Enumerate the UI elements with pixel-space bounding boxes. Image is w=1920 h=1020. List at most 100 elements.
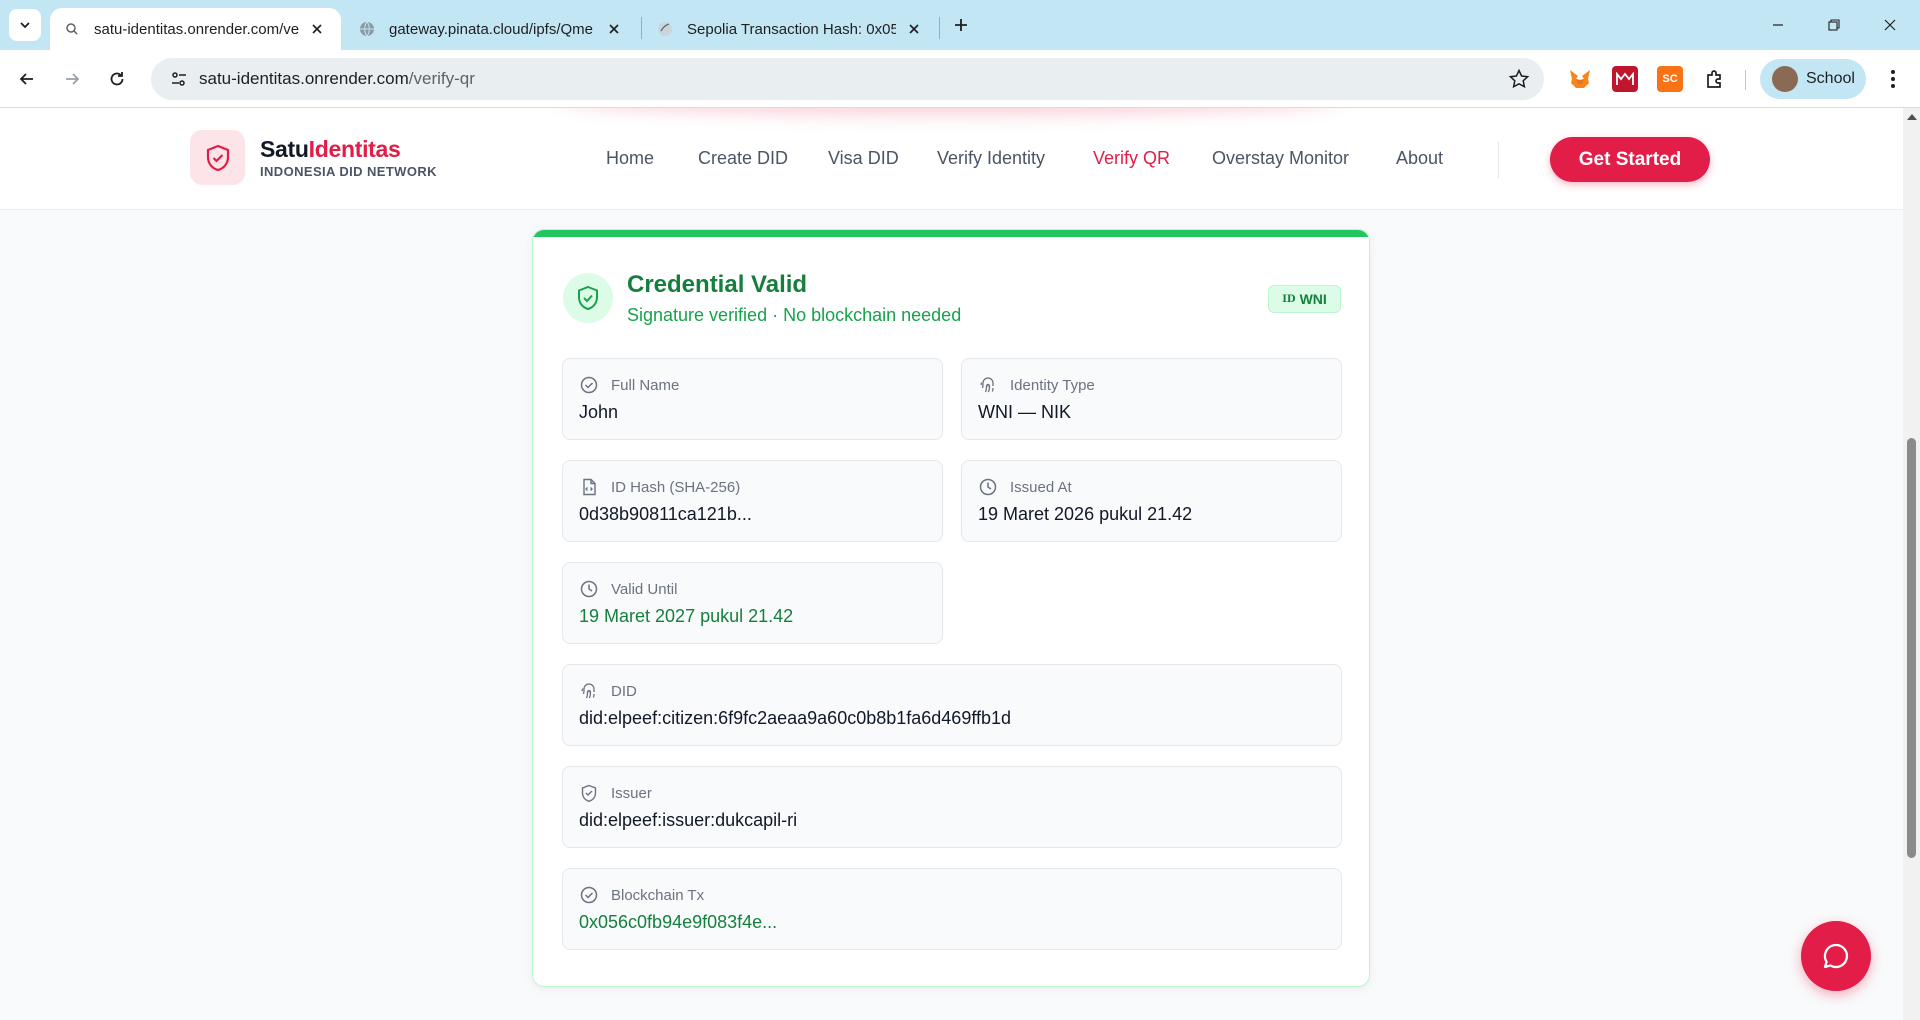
field-label: Full Name <box>611 377 680 394</box>
back-button[interactable] <box>10 62 44 96</box>
address-bar[interactable]: satu-identitas.onrender.com/verify-qr <box>151 58 1544 100</box>
nav-verify-identity[interactable]: Verify Identity <box>937 148 1045 169</box>
more-vertical-icon <box>1891 70 1895 88</box>
close-icon[interactable] <box>904 19 924 39</box>
browser-tab-active[interactable]: satu-identitas.onrender.com/ve <box>50 8 341 50</box>
nav-visa-did[interactable]: Visa DID <box>828 148 899 169</box>
extensions-puzzle-icon[interactable] <box>1702 66 1728 92</box>
tab-search-button[interactable] <box>9 9 41 41</box>
brand-part-1: Satu <box>260 136 309 162</box>
close-icon[interactable] <box>604 19 624 39</box>
tab-title: gateway.pinata.cloud/ipfs/Qme <box>389 20 594 38</box>
close-icon <box>1884 19 1896 31</box>
tab-title: satu-identitas.onrender.com/ve <box>94 20 299 38</box>
brand-name[interactable]: SatuIdentitas <box>260 136 401 163</box>
header-glow <box>560 108 1340 116</box>
globe-icon <box>359 21 375 37</box>
nav-verify-qr[interactable]: Verify QR <box>1093 148 1170 169</box>
site-info-icon[interactable] <box>159 58 199 100</box>
field-value: 19 Maret 2026 pukul 21.42 <box>978 504 1193 524</box>
field-value: 19 Maret 2027 pukul 21.42 <box>579 606 794 626</box>
browser-tab-bar: satu-identitas.onrender.com/ve gateway.p… <box>0 0 1920 50</box>
field-value: did:elpeef:issuer:dukcapil-ri <box>579 810 798 830</box>
status-bar <box>533 230 1369 237</box>
field-label: Issued At <box>1010 479 1072 496</box>
field-id-hash: ID Hash (SHA-256) 0d38b90811ca121b... <box>562 460 943 542</box>
field-blockchain-tx: Blockchain Tx 0x056c0fb94e9f083f4e... <box>562 868 1342 950</box>
reload-button[interactable] <box>100 62 134 96</box>
site-header: SatuIdentitas INDONESIA DID NETWORK Home… <box>0 108 1903 210</box>
clock-icon <box>978 477 998 497</box>
nav-divider <box>1498 142 1499 178</box>
bookmark-star-icon[interactable] <box>1508 68 1530 90</box>
blockchain-tx-link[interactable]: 0x056c0fb94e9f083f4e... <box>579 912 777 933</box>
field-value: WNI — NIK <box>978 402 1071 422</box>
field-value: 0d38b90811ca121b... <box>579 504 752 524</box>
browser-tab-pinata[interactable]: gateway.pinata.cloud/ipfs/Qme <box>345 8 638 50</box>
id-card-icon: ID <box>1282 293 1296 305</box>
nav-home[interactable]: Home <box>606 148 654 169</box>
forward-button[interactable] <box>55 62 89 96</box>
shield-check-icon <box>206 144 229 171</box>
field-issuer: Issuer did:elpeef:issuer:dukcapil-ri <box>562 766 1342 848</box>
page-scrollbar[interactable] <box>1903 108 1920 1020</box>
field-label: Blockchain Tx <box>611 887 705 904</box>
credential-result-card: Credential Valid Signature verified · No… <box>532 229 1370 987</box>
page-viewport: SatuIdentitas INDONESIA DID NETWORK Home… <box>0 108 1903 1020</box>
clock-icon <box>579 579 599 599</box>
scroll-up-arrow-icon[interactable] <box>1907 114 1917 120</box>
arrow-left-icon <box>19 73 33 85</box>
etherscan-icon <box>657 21 673 37</box>
tab-title: Sepolia Transaction Hash: 0x05 <box>687 20 896 38</box>
close-icon[interactable] <box>307 19 327 39</box>
new-tab-button[interactable] <box>947 11 975 39</box>
nav-create-did[interactable]: Create DID <box>698 148 788 169</box>
reload-icon <box>110 72 124 86</box>
browser-menu-button[interactable] <box>1878 64 1908 94</box>
field-label: DID <box>611 683 637 700</box>
url-path: /verify-qr <box>408 69 475 88</box>
browser-toolbar: satu-identitas.onrender.com/verify-qr SC… <box>0 50 1920 108</box>
plus-icon <box>955 19 967 31</box>
sc-extension-icon[interactable]: SC <box>1657 66 1683 92</box>
fingerprint-icon <box>579 681 599 701</box>
shield-icon <box>579 783 599 803</box>
tab-separator <box>641 17 642 39</box>
loading-search-icon <box>64 21 80 37</box>
minimize-button[interactable] <box>1750 0 1806 50</box>
chat-button[interactable] <box>1801 921 1871 991</box>
browser-tab-sepolia[interactable]: Sepolia Transaction Hash: 0x05 <box>643 8 938 50</box>
field-did: DID did:elpeef:citizen:6f9fc2aeaa9a60c0b… <box>562 664 1342 746</box>
scrollbar-thumb[interactable] <box>1907 438 1916 858</box>
minimize-icon <box>1773 24 1783 26</box>
get-started-button[interactable]: Get Started <box>1550 137 1710 182</box>
brand-part-2: Identitas <box>308 136 401 162</box>
close-window-button[interactable] <box>1862 0 1918 50</box>
check-circle-icon <box>579 375 599 395</box>
nav-overstay-monitor[interactable]: Overstay Monitor <box>1212 148 1349 169</box>
field-label: Identity Type <box>1010 377 1095 394</box>
profile-button[interactable]: School <box>1760 59 1866 99</box>
field-full-name: Full Name John <box>562 358 943 440</box>
field-valid-until: Valid Until 19 Maret 2027 pukul 21.42 <box>562 562 943 644</box>
restore-button[interactable] <box>1806 0 1862 50</box>
url-text: satu-identitas.onrender.com/verify-qr <box>199 69 475 89</box>
chat-bubble-icon <box>1823 943 1849 969</box>
credential-status-subtitle: Signature verified · No blockchain neede… <box>627 305 962 325</box>
fingerprint-icon <box>978 375 998 395</box>
file-code-icon <box>579 477 599 497</box>
nav-about[interactable]: About <box>1396 148 1443 169</box>
brand-tagline: INDONESIA DID NETWORK <box>260 164 437 179</box>
field-identity-type: Identity Type WNI — NIK <box>961 358 1342 440</box>
metamask-icon[interactable] <box>1567 66 1593 92</box>
profile-name: School <box>1806 70 1855 87</box>
badge-label: WNI <box>1299 291 1327 307</box>
field-label: Valid Until <box>611 581 678 598</box>
site-logo[interactable] <box>190 130 245 185</box>
m-extension-icon[interactable] <box>1612 66 1638 92</box>
credential-status-title: Credential Valid <box>627 271 808 298</box>
avatar <box>1772 66 1798 92</box>
shield-check-icon <box>578 285 598 311</box>
check-circle-icon <box>579 885 599 905</box>
tab-separator <box>939 17 940 39</box>
